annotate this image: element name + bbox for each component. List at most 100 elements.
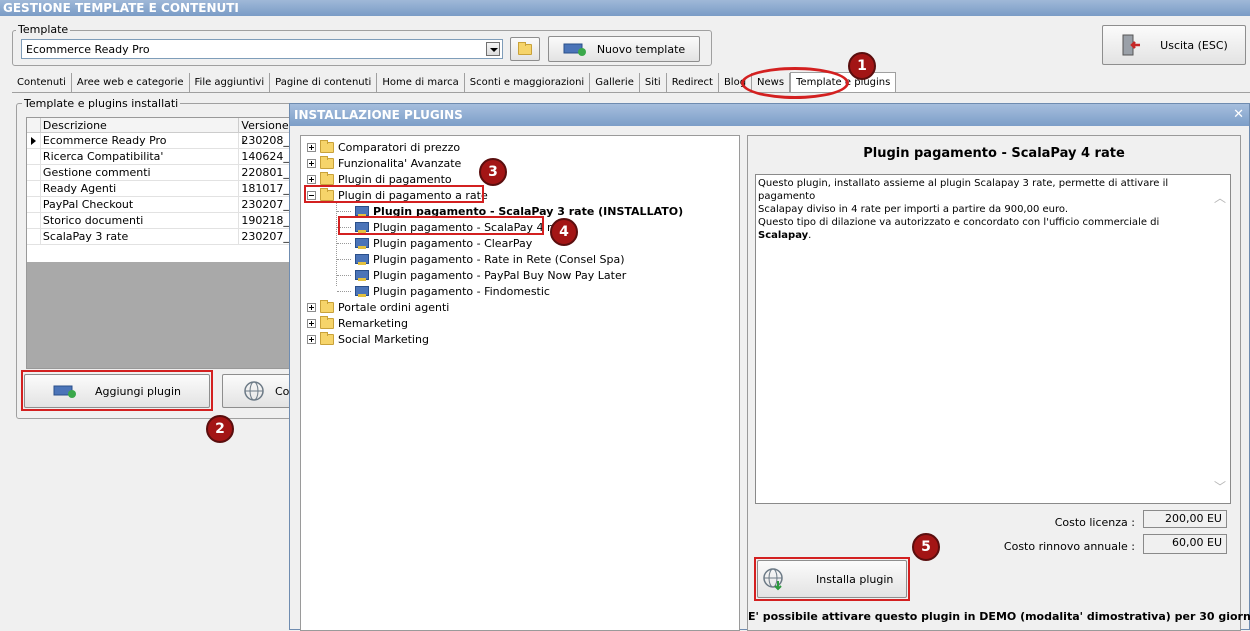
installed-group-label: Template e plugins installati bbox=[22, 97, 181, 110]
plugin-icon bbox=[355, 253, 369, 265]
second-plugin-label: Co bbox=[275, 384, 290, 398]
row-indicator bbox=[27, 181, 41, 196]
plugin-detail-panel: Plugin pagamento - ScalaPay 4 rate Quest… bbox=[747, 135, 1250, 631]
grid-header-descrizione[interactable]: Descrizione bbox=[41, 118, 240, 132]
expand-icon[interactable] bbox=[307, 318, 316, 328]
table-row[interactable]: PayPal Checkout 230207_0 bbox=[27, 197, 295, 213]
tree-child-label: Plugin pagamento - Findomestic bbox=[373, 284, 550, 298]
cell-versione: 230207_0 bbox=[241, 197, 295, 212]
cell-versione: 230207_1 bbox=[241, 229, 295, 244]
new-template-label: Nuovo template bbox=[596, 42, 686, 56]
expand-icon[interactable] bbox=[307, 334, 316, 344]
cell-versione: 190218_0 bbox=[241, 213, 295, 228]
table-row[interactable]: ScalaPay 3 rate 230207_1 bbox=[27, 229, 295, 245]
dialog-titlebar: INSTALLAZIONE PLUGINS ✕ bbox=[290, 104, 1249, 126]
row-indicator-icon bbox=[27, 133, 41, 148]
plugin-icon bbox=[355, 237, 369, 249]
open-folder-button[interactable] bbox=[510, 37, 540, 61]
description-fragment: . bbox=[808, 230, 812, 241]
new-template-button[interactable]: Nuovo template bbox=[548, 36, 700, 62]
callout-2: 2 bbox=[206, 415, 234, 443]
renewal-cost-value: 60,00 EU bbox=[1143, 534, 1227, 554]
chevron-down-icon[interactable] bbox=[486, 42, 500, 56]
table-row[interactable]: Ricerca Compatibilita' 140624_1 bbox=[27, 149, 295, 165]
tab-gallerie[interactable]: Gallerie bbox=[590, 73, 640, 93]
license-cost-label: Costo licenza : bbox=[1054, 516, 1135, 529]
table-row[interactable]: Storico documenti 190218_0 bbox=[27, 213, 295, 229]
tree-child[interactable]: Plugin pagamento - Findomestic bbox=[337, 283, 550, 299]
cell-descrizione: ScalaPay 3 rate bbox=[41, 229, 240, 244]
tree-node[interactable]: Portale ordini agenti bbox=[307, 299, 449, 315]
tab-file-aggiuntivi[interactable]: File aggiuntivi bbox=[190, 73, 271, 93]
tree-node[interactable]: Remarketing bbox=[307, 315, 408, 331]
tab-content-border bbox=[12, 92, 1250, 93]
table-row[interactable]: Ecommerce Ready Pro 230208_1 bbox=[27, 133, 295, 149]
license-cost-value: 200,00 EU bbox=[1143, 510, 1227, 528]
expand-icon[interactable] bbox=[307, 142, 316, 152]
cell-descrizione: Ready Agenti bbox=[41, 181, 240, 196]
installed-grid: Descrizione Versione i Ecommerce Ready P… bbox=[26, 117, 296, 369]
folder-icon bbox=[320, 139, 334, 153]
tree-node[interactable]: Funzionalita' Avanzate bbox=[307, 155, 461, 171]
description-line: Questo plugin, installato assieme al plu… bbox=[758, 178, 1169, 202]
description-box[interactable]: Questo plugin, installato assieme al plu… bbox=[755, 174, 1231, 504]
callout-box-add-plugin bbox=[21, 370, 213, 411]
tab-home-marca[interactable]: Home di marca bbox=[377, 73, 465, 93]
tab-contenuti[interactable]: Contenuti bbox=[12, 73, 72, 93]
cell-descrizione: Ricerca Compatibilita' bbox=[41, 149, 240, 164]
callout-3: 3 bbox=[479, 158, 507, 186]
exit-button[interactable]: Uscita (ESC) bbox=[1102, 25, 1246, 65]
tree-branch bbox=[337, 290, 351, 292]
grid-header-versione[interactable]: Versione i bbox=[239, 118, 295, 147]
tree-child[interactable]: Plugin pagamento - PayPal Buy Now Pay La… bbox=[337, 267, 626, 283]
tree-branch bbox=[337, 242, 351, 244]
cell-versione: 140624_1 bbox=[241, 149, 295, 164]
exit-door-icon bbox=[1122, 34, 1141, 56]
cell-descrizione: Ecommerce Ready Pro bbox=[41, 133, 240, 148]
description-line: Questo tipo di dilazione va autorizzato … bbox=[758, 216, 1213, 242]
install-plugins-dialog: INSTALLAZIONE PLUGINS ✕ Comparatori di p… bbox=[289, 103, 1250, 631]
tree-child-label: Plugin pagamento - PayPal Buy Now Pay La… bbox=[373, 268, 627, 282]
folder-icon bbox=[518, 41, 532, 55]
plugin-tree: Comparatori di prezzo Funzionalita' Avan… bbox=[300, 135, 740, 631]
callout-ellipse-tab bbox=[741, 67, 849, 99]
tree-node[interactable]: Social Marketing bbox=[307, 331, 429, 347]
folder-icon bbox=[320, 171, 334, 185]
add-template-icon bbox=[563, 43, 586, 56]
cell-versione: 181017_0 bbox=[241, 181, 295, 196]
close-icon[interactable]: ✕ bbox=[1233, 104, 1244, 126]
scroll-down-icon[interactable]: ﹀ bbox=[1214, 478, 1226, 495]
window-title: GESTIONE TEMPLATE E CONTENUTI bbox=[0, 0, 1250, 16]
template-select[interactable]: Ecommerce Ready Pro bbox=[21, 39, 503, 59]
expand-icon[interactable] bbox=[307, 174, 316, 184]
template-select-value: Ecommerce Ready Pro bbox=[26, 43, 150, 56]
scroll-up-icon[interactable]: ︿ bbox=[1214, 189, 1226, 206]
tab-siti[interactable]: Siti bbox=[640, 73, 667, 93]
table-row[interactable]: Gestione commenti 220801_1 bbox=[27, 165, 295, 181]
tab-sconti[interactable]: Sconti e maggiorazioni bbox=[465, 73, 591, 93]
table-row[interactable]: Ready Agenti 181017_0 bbox=[27, 181, 295, 197]
expand-icon[interactable] bbox=[307, 158, 316, 168]
callout-box-install bbox=[754, 557, 910, 601]
callout-4: 4 bbox=[550, 218, 578, 246]
row-indicator bbox=[27, 149, 41, 164]
tab-aree-web[interactable]: Aree web e categorie bbox=[72, 73, 190, 93]
cell-descrizione: PayPal Checkout bbox=[41, 197, 240, 212]
cell-versione: 230208_1 bbox=[241, 133, 295, 148]
demo-note: E' possibile attivare questo plugin in D… bbox=[748, 610, 1250, 623]
tree-node-label: Social Marketing bbox=[338, 332, 429, 346]
exit-button-label: Uscita (ESC) bbox=[1160, 38, 1228, 52]
callout-5: 5 bbox=[912, 533, 940, 561]
grid-header: Descrizione Versione i bbox=[27, 118, 295, 147]
callout-1: 1 bbox=[848, 52, 876, 80]
expand-icon[interactable] bbox=[307, 302, 316, 312]
cell-versione: 220801_1 bbox=[241, 165, 295, 180]
tree-branch bbox=[337, 210, 351, 212]
tree-child[interactable]: Plugin pagamento - ClearPay bbox=[337, 235, 532, 251]
tree-node[interactable]: Comparatori di prezzo bbox=[307, 139, 460, 155]
callout-box-plugin bbox=[338, 216, 544, 235]
tab-redirect[interactable]: Redirect bbox=[667, 73, 719, 93]
tree-child[interactable]: Plugin pagamento - Rate in Rete (Consel … bbox=[337, 251, 625, 267]
tab-pagine-contenuti[interactable]: Pagine di contenuti bbox=[270, 73, 378, 93]
dialog-title: INSTALLAZIONE PLUGINS bbox=[294, 108, 463, 122]
